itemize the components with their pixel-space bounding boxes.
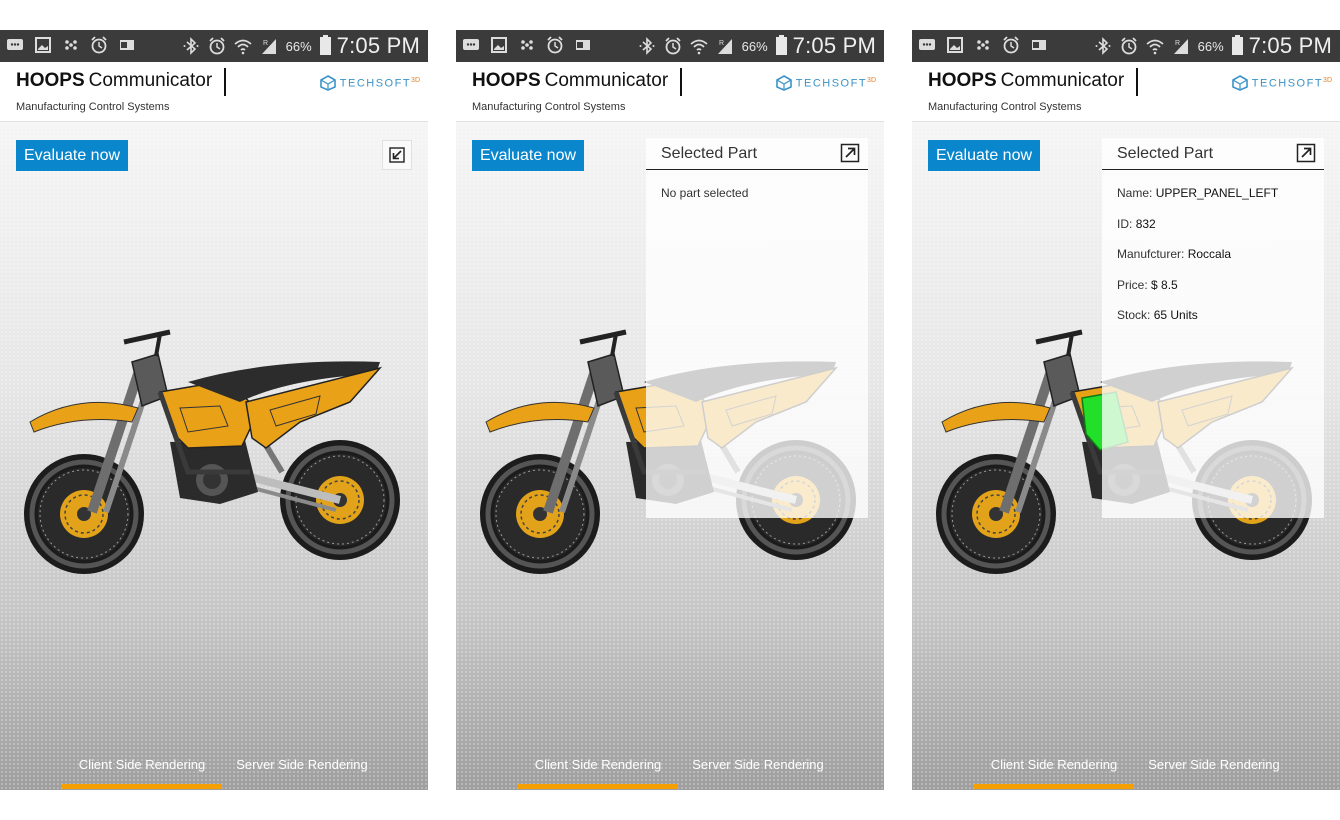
alarm-icon	[546, 36, 564, 54]
selected-part-panel-header: Selected Part	[1102, 138, 1324, 170]
battery-percent: 66%	[1197, 38, 1224, 54]
panel-title: Selected Part	[1117, 145, 1214, 162]
app-subtitle: Manufacturing Control Systems	[16, 101, 170, 113]
outlook-icon	[574, 36, 592, 54]
status-bar: R 66% 7:05 PM	[456, 30, 884, 62]
image-icon	[34, 36, 52, 54]
wifi-icon	[234, 37, 252, 55]
techsoft-logo-icon	[1231, 75, 1248, 91]
tab-server-side-rendering[interactable]: Server Side Rendering	[678, 748, 838, 790]
app-header: HOOPS Communicator Manufacturing Control …	[456, 62, 884, 122]
active-tab-indicator	[518, 784, 678, 789]
part-name-row: Name: UPPER_PANEL_LEFT	[1117, 186, 1279, 200]
app-title: HOOPS Communicator	[16, 70, 213, 91]
panel-toggle-button[interactable]	[382, 140, 412, 170]
app-title: HOOPS Communicator	[928, 70, 1125, 91]
title-divider	[1136, 68, 1138, 96]
tab-server-side-rendering[interactable]: Server Side Rendering	[222, 748, 382, 790]
model-viewport[interactable]: Evaluate now Client Side Rendering Serve…	[0, 122, 428, 790]
battery-percent: 66%	[741, 38, 768, 54]
app-header: HOOPS Communicator Manufacturing Control …	[912, 62, 1340, 122]
app-title: HOOPS Communicator	[472, 70, 669, 91]
techsoft-logo-icon	[319, 75, 336, 91]
clock: 7:05 PM	[1248, 33, 1332, 58]
selected-part-panel: Selected Part Name: UPPER_PANEL_LEFT ID:…	[1102, 138, 1324, 518]
techsoft-logo-icon	[775, 75, 792, 91]
alarm-icon	[208, 37, 226, 55]
signal-icon: R	[260, 37, 278, 55]
expand-arrow-icon	[840, 143, 860, 163]
panel-body: No part selected	[661, 186, 748, 217]
battery-icon	[775, 35, 787, 55]
bluetooth-icon	[638, 37, 656, 55]
panel-body: Name: UPPER_PANEL_LEFT ID: 832 Manufctur…	[1117, 186, 1278, 339]
message-icon	[462, 36, 480, 54]
selected-part-panel-header: Selected Part	[646, 138, 868, 170]
evaluate-now-button[interactable]: Evaluate now	[472, 140, 584, 171]
signal-icon: R	[716, 37, 734, 55]
status-bar: R 66% 7:05 PM	[912, 30, 1340, 62]
wifi-icon	[1146, 37, 1164, 55]
battery-icon	[1231, 35, 1243, 55]
collapse-arrow-icon	[389, 147, 405, 163]
phone-screen-2: R 66% 7:05 PM HOOPS Communicator Manufact…	[456, 30, 884, 790]
expand-panel-button[interactable]	[840, 143, 860, 163]
outlook-icon	[1030, 36, 1048, 54]
part-manufacturer-row: Manufcturer: Roccala	[1117, 247, 1232, 261]
clock: 7:05 PM	[336, 33, 420, 58]
bluetooth-icon	[1094, 37, 1112, 55]
wifi-icon	[690, 37, 708, 55]
active-tab-indicator	[62, 784, 222, 789]
render-mode-tabs: Client Side Rendering Server Side Render…	[0, 748, 428, 790]
expand-arrow-icon	[1296, 143, 1316, 163]
expand-panel-button[interactable]	[1296, 143, 1316, 163]
svg-text:R: R	[719, 40, 724, 47]
render-mode-tabs: Client Side Rendering Server Side Render…	[912, 748, 1340, 790]
active-tab-indicator	[974, 784, 1134, 789]
model-viewport[interactable]: Evaluate now Selected Part Name: UPPER_P…	[912, 122, 1340, 790]
no-part-message: No part selected	[661, 186, 749, 200]
dots-icon	[974, 36, 992, 54]
battery-percent: 66%	[285, 38, 312, 54]
app-subtitle: Manufacturing Control Systems	[472, 101, 626, 113]
message-icon	[918, 36, 936, 54]
app-subtitle: Manufacturing Control Systems	[928, 101, 1082, 113]
message-icon	[6, 36, 24, 54]
outlook-icon	[118, 36, 136, 54]
clock: 7:05 PM	[792, 33, 876, 58]
part-price-row: Price: $ 8.5	[1117, 277, 1178, 292]
part-stock-row: Stock: 65 Units	[1117, 308, 1198, 322]
techsoft-logo: TECHSOFT3D	[775, 74, 876, 92]
motorcycle-model[interactable]	[20, 322, 412, 582]
techsoft-logo: TECHSOFT3D	[1231, 74, 1332, 92]
app-header: HOOPS Communicator Manufacturing Control …	[0, 62, 428, 122]
alarm-icon	[1120, 37, 1138, 55]
alarm-icon	[1002, 36, 1020, 54]
techsoft-logo: TECHSOFT3D	[319, 74, 420, 92]
battery-icon	[319, 35, 331, 55]
status-bar: R 66% 7:05 PM	[0, 30, 428, 62]
title-divider	[224, 68, 226, 96]
dots-icon	[62, 36, 80, 54]
alarm-icon	[664, 37, 682, 55]
render-mode-tabs: Client Side Rendering Server Side Render…	[456, 748, 884, 790]
panel-title: Selected Part	[661, 145, 758, 162]
selected-part-panel: Selected Part No part selected	[646, 138, 868, 518]
tab-server-side-rendering[interactable]: Server Side Rendering	[1134, 748, 1294, 790]
bluetooth-icon	[182, 37, 200, 55]
svg-text:R: R	[1175, 40, 1180, 47]
signal-icon: R	[1172, 37, 1190, 55]
image-icon	[946, 36, 964, 54]
phone-screen-3: R 66% 7:05 PM HOOPS Communicator Manufact…	[912, 30, 1340, 790]
phone-screen-1: R 66% 7:05 PM HOOPS Communicator Manufact…	[0, 30, 428, 790]
svg-text:R: R	[263, 40, 268, 47]
title-divider	[680, 68, 682, 96]
model-viewport[interactable]: Evaluate now Selected Part No part selec…	[456, 122, 884, 790]
alarm-icon	[90, 36, 108, 54]
image-icon	[490, 36, 508, 54]
dots-icon	[518, 36, 536, 54]
evaluate-now-button[interactable]: Evaluate now	[928, 140, 1040, 171]
evaluate-now-button[interactable]: Evaluate now	[16, 140, 128, 171]
part-id-row: ID: 832	[1117, 216, 1156, 231]
